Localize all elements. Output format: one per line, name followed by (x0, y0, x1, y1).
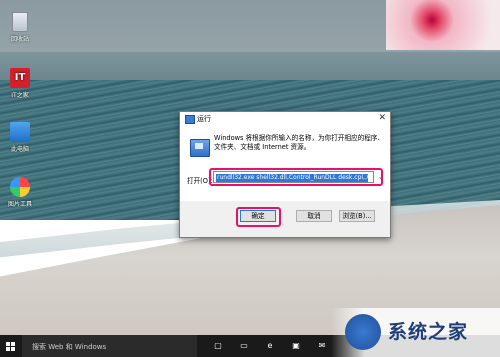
run-app-icon (190, 139, 210, 157)
ithome-icon: IT (10, 68, 30, 88)
run-icon (185, 115, 195, 124)
search-placeholder: 搜索 Web 和 Windows (32, 343, 107, 351)
edge-icon[interactable]: e (264, 340, 276, 352)
file-explorer-icon[interactable]: ▭ (238, 340, 250, 352)
taskbar-search[interactable]: 搜索 Web 和 Windows (22, 335, 197, 357)
desktop-icon-ithome[interactable]: IT IT之家 (0, 68, 40, 99)
desktop-icon-this-pc[interactable]: 此电脑 (0, 122, 40, 153)
browse-button[interactable]: 浏览(B)... (339, 210, 375, 222)
command-highlight (209, 168, 383, 186)
watermark-text: 系统之家 (388, 321, 469, 343)
recycle-bin-icon (12, 12, 28, 32)
store-icon[interactable]: ▣ (290, 340, 302, 352)
photo-tool-icon (10, 177, 30, 197)
desktop-icon-label: IT之家 (11, 92, 29, 99)
run-dialog: 运行 ✕ Windows 将根据你所输入的名称，为你打开相应的程序、文件夹、文档… (179, 111, 391, 238)
dialog-title: 运行 (197, 115, 211, 123)
task-view-icon[interactable]: ▢ (212, 340, 224, 352)
watermark-logo-icon (345, 314, 381, 350)
this-pc-icon (10, 122, 30, 142)
desktop-icon-label: 回收站 (10, 36, 29, 43)
desktop-icon-photo-tool[interactable]: 图片工具 (0, 177, 40, 208)
desktop-icon-label: 图片工具 (7, 201, 32, 208)
cancel-button[interactable]: 取消 (296, 210, 332, 222)
desktop-icon-label: 此电脑 (10, 146, 29, 153)
dialog-description: Windows 将根据你所输入的名称，为你打开相应的程序、文件夹、文档或 Int… (214, 134, 384, 151)
close-icon[interactable]: ✕ (378, 113, 386, 123)
ok-highlight (236, 207, 281, 227)
corner-photo (386, 0, 500, 50)
mail-icon[interactable]: ✉ (316, 340, 328, 352)
windows-start-icon[interactable] (6, 342, 15, 351)
wallpaper-horizon (0, 52, 500, 82)
dialog-titlebar[interactable]: 运行 ✕ (180, 112, 390, 126)
desktop-icon-recycle-bin[interactable]: 回收站 (0, 12, 40, 43)
